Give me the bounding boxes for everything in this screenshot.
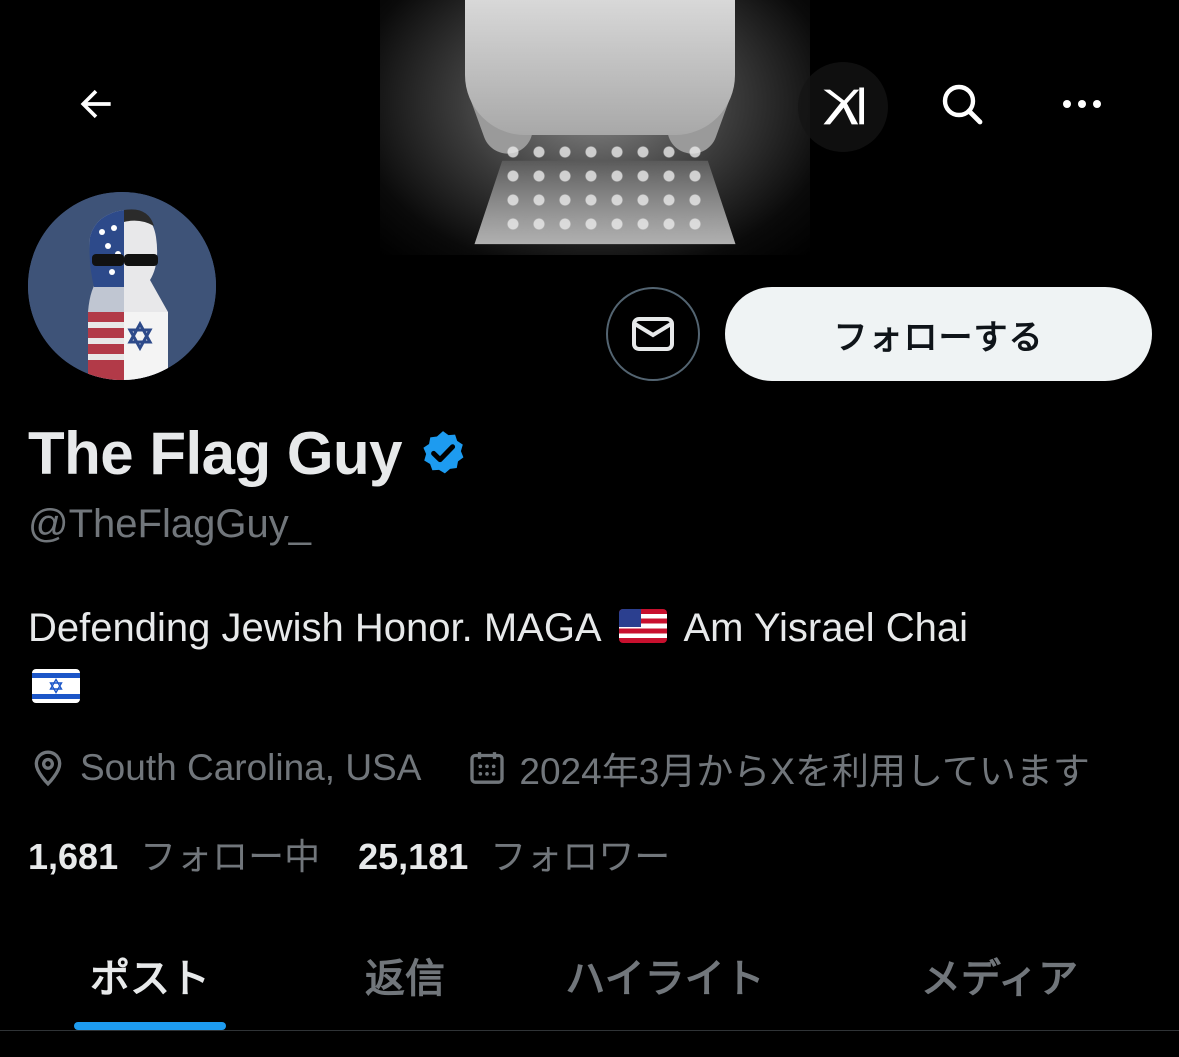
- followers-link[interactable]: 25,181 フォロワー: [358, 828, 670, 880]
- location-pin-icon: [34, 750, 62, 787]
- followers-count: 25,181: [358, 836, 469, 877]
- following-count: 1,681: [28, 836, 119, 877]
- avatar-image: [28, 192, 216, 380]
- message-button[interactable]: [606, 287, 700, 381]
- tab-label: ポスト: [90, 956, 210, 1002]
- banner-photo: [380, 0, 810, 255]
- tab-replies[interactable]: 返信: [300, 920, 510, 1030]
- arrow-left-icon: [80, 89, 111, 119]
- grok-icon: [823, 87, 865, 125]
- more-button[interactable]: [1046, 68, 1118, 140]
- location-text: South Carolina, USA: [80, 747, 422, 788]
- profile-meta: South Carolina, USA 2024年3月からXを利用しています: [28, 740, 1090, 796]
- profile-handle: @TheFlagGuy_: [28, 502, 311, 546]
- avatar[interactable]: [24, 188, 220, 384]
- tab-label: ハイライト: [565, 956, 765, 1002]
- tab-label: メディア: [920, 956, 1079, 1002]
- profile-bio: Defending Jewish Honor. MAGA Am Yisrael …: [28, 598, 1148, 718]
- more-horizontal-icon: [1063, 100, 1101, 108]
- verified-badge-icon[interactable]: [418, 428, 468, 478]
- following-link[interactable]: 1,681 フォロー中: [28, 828, 320, 880]
- israel-flag-icon: [32, 669, 80, 704]
- location: South Carolina, USA: [28, 747, 421, 789]
- active-tab-indicator: [74, 1022, 226, 1030]
- tabs-divider: [0, 1030, 1179, 1031]
- bio-text-2: Am Yisrael Chai: [683, 606, 968, 650]
- tab-posts[interactable]: ポスト: [0, 920, 300, 1030]
- calendar-icon: [470, 752, 505, 784]
- tab-highlights[interactable]: ハイライト: [510, 920, 820, 1030]
- back-button[interactable]: [60, 68, 132, 140]
- bio-text-1: Defending Jewish Honor. MAGA: [28, 606, 600, 650]
- grok-button[interactable]: [798, 62, 888, 152]
- follow-button-label: フォローする: [833, 317, 1044, 358]
- tab-label: 返信: [365, 956, 445, 1002]
- profile-name-row: The Flag Guy: [28, 415, 468, 491]
- follow-counts: 1,681 フォロー中 25,181 フォロワー: [28, 826, 670, 882]
- search-icon: [942, 84, 983, 125]
- join-date-text: 2024年3月からXを利用しています: [519, 751, 1090, 792]
- followers-label: フォロワー: [490, 836, 671, 877]
- follow-button[interactable]: フォローする: [725, 287, 1152, 381]
- join-date: 2024年3月からXを利用しています: [467, 741, 1090, 795]
- display-name: The Flag Guy: [28, 419, 403, 487]
- search-button[interactable]: [926, 68, 998, 140]
- following-label: フォロー中: [140, 836, 321, 877]
- envelope-icon: [632, 317, 674, 351]
- tab-media[interactable]: メディア: [820, 920, 1179, 1030]
- profile-tabs: ポスト 返信 ハイライト メディア: [0, 920, 1179, 1030]
- us-flag-icon: [618, 609, 667, 644]
